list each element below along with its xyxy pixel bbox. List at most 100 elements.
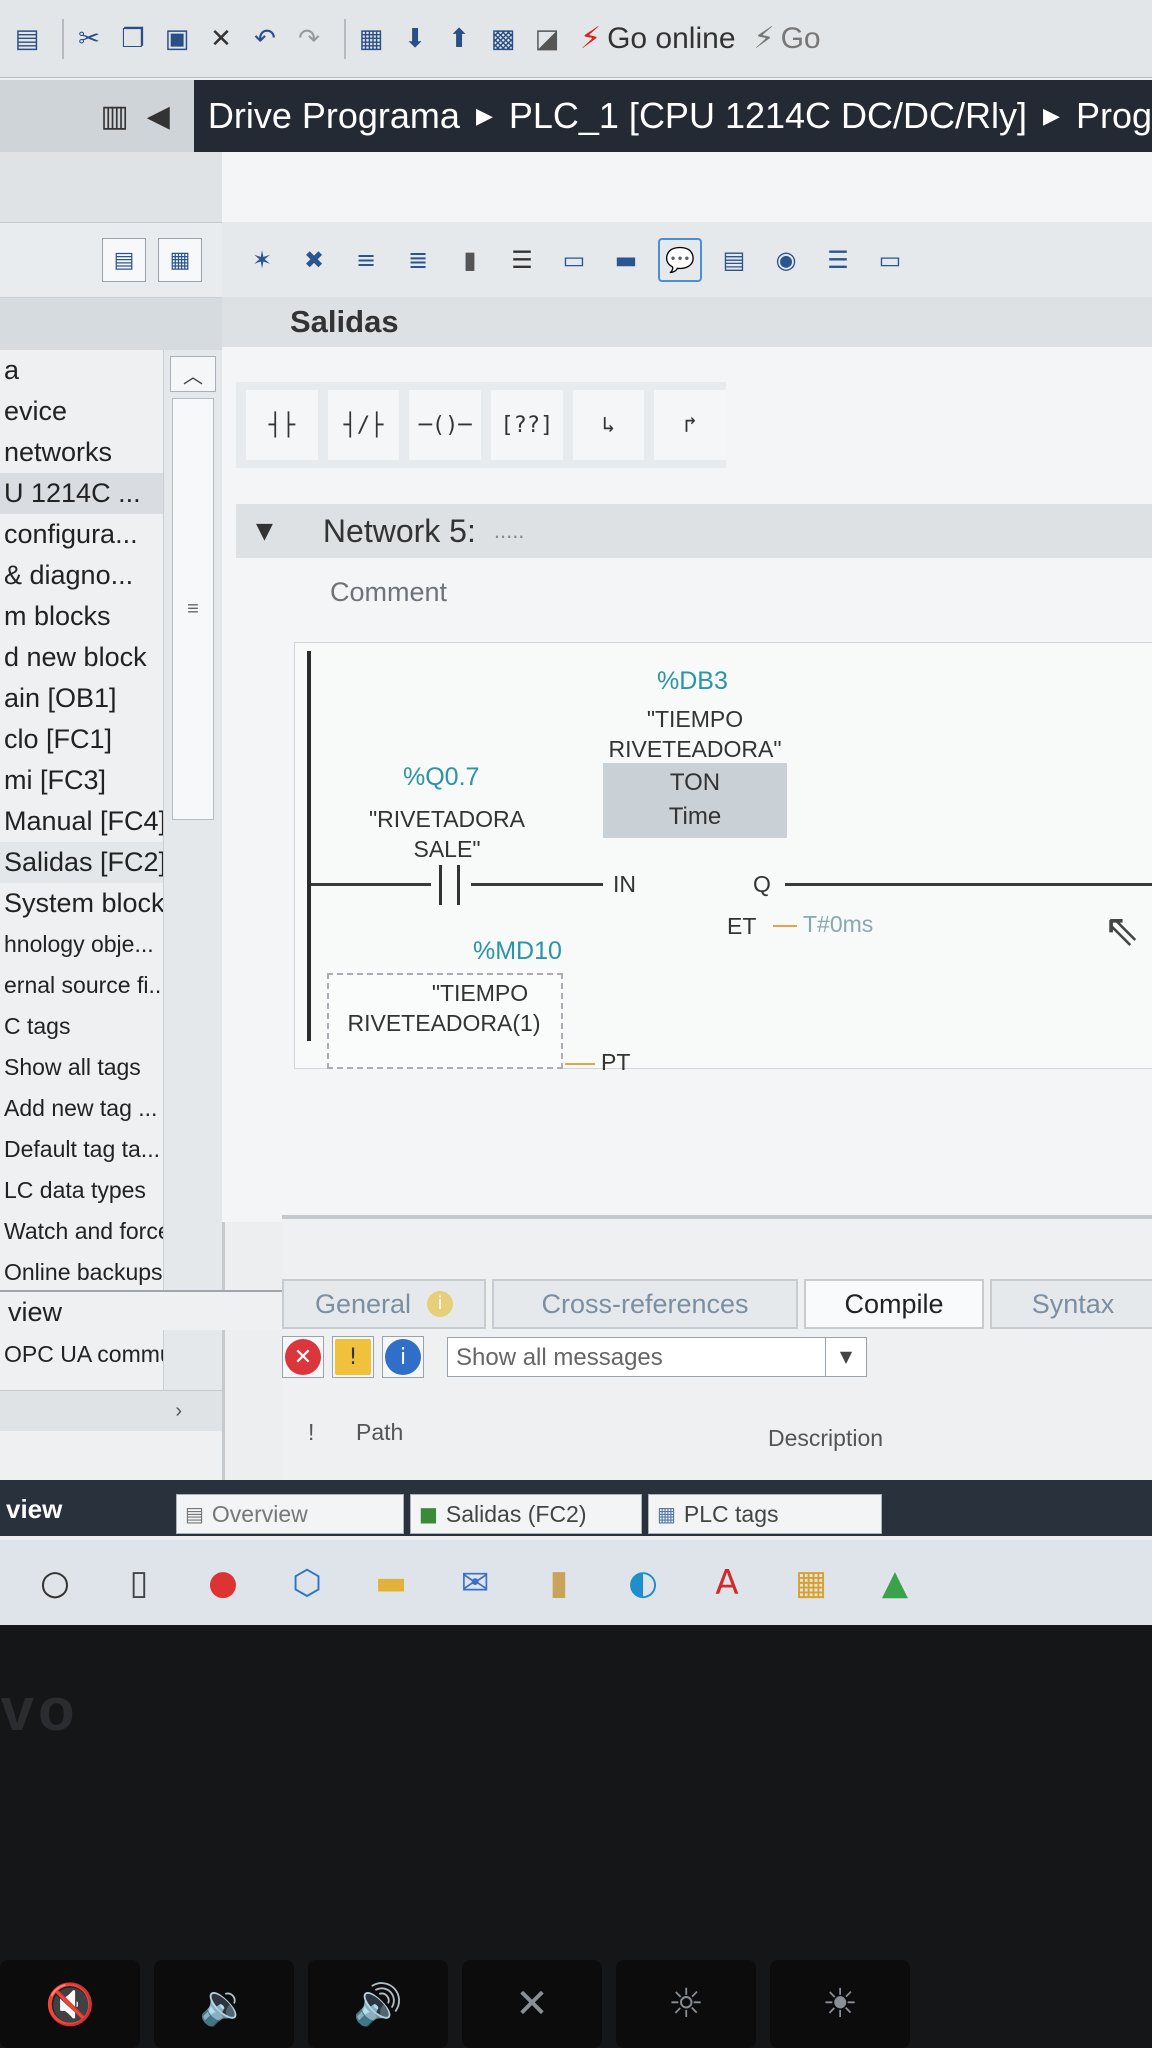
project-view-icon[interactable]: ▤ xyxy=(102,238,146,282)
network-header[interactable]: ▼ Network 5: ..... xyxy=(236,504,1152,558)
contact-tag-line1[interactable]: "RIVETADORA xyxy=(357,803,537,835)
tab-compile[interactable]: Compile xyxy=(804,1279,984,1329)
save-project-icon[interactable]: ▤ xyxy=(10,22,44,56)
start-simulation-icon[interactable]: ▩ xyxy=(486,22,520,56)
go-online-button[interactable]: ⚡ Go online xyxy=(580,21,736,56)
search-circle-icon[interactable]: ○ xyxy=(26,1554,84,1612)
nc-contact-icon[interactable]: ┤/├ xyxy=(327,390,400,460)
scroll-thumb[interactable]: ≡ xyxy=(172,398,214,820)
go-offline-label: Go xyxy=(780,21,821,55)
delete-network-icon[interactable]: ✖ xyxy=(294,240,334,280)
download-icon[interactable]: ⬇ xyxy=(398,22,432,56)
runtime-icon[interactable]: ◪ xyxy=(530,22,564,56)
network-title-field[interactable]: ..... xyxy=(494,518,525,544)
pt-operand-tag-line2[interactable]: RIVETEADORA(1) xyxy=(331,1007,557,1039)
portal-view-label[interactable]: view xyxy=(6,1494,62,1525)
empty-box-icon[interactable]: [??] xyxy=(491,390,563,460)
collapse-network-icon[interactable]: ▼ xyxy=(256,519,273,544)
show-errors-button[interactable]: ✕ xyxy=(282,1336,324,1378)
tab-plc-tags-label: PLC tags xyxy=(683,1500,779,1527)
cut-icon[interactable]: ✂ xyxy=(72,22,106,56)
absolute-operands-icon[interactable]: ▮ xyxy=(450,240,490,280)
task-view-icon[interactable]: ▯ xyxy=(110,1554,168,1612)
brightness-down-key-icon: ☼ xyxy=(616,1960,756,2048)
tab-plc-tags[interactable]: ▦ PLC tags xyxy=(648,1494,882,1534)
modify-value-icon[interactable]: ☰ xyxy=(818,240,858,280)
compile-icon[interactable]: ▦ xyxy=(354,22,388,56)
no-contact[interactable] xyxy=(431,865,471,905)
show-info-button[interactable]: i xyxy=(382,1336,424,1378)
tab-cross-references[interactable]: Cross-references xyxy=(492,1279,798,1329)
timer-db-name-line1[interactable]: "TIEMPO xyxy=(595,703,795,735)
collapse-left-icon[interactable]: ◀ xyxy=(147,99,170,134)
network-comments-icon[interactable]: ☰ xyxy=(502,240,542,280)
acrobat-icon[interactable]: A xyxy=(698,1554,756,1612)
taskbar: ○ ▯ ● ⬡ ▬ ✉ ▮ ◐ A ▦ ▲ xyxy=(0,1540,1152,1625)
tab-syntax[interactable]: Syntax xyxy=(990,1279,1152,1329)
tab-overview-label: Overview xyxy=(211,1500,308,1527)
open-branch-icon[interactable]: ↳ xyxy=(572,390,645,460)
redo-icon[interactable]: ↷ xyxy=(292,22,326,56)
volume-down-key-icon: 🔉 xyxy=(154,1960,294,2048)
program-status-icon[interactable]: ▭ xyxy=(870,240,910,280)
ton-timer-block[interactable]: TON Time xyxy=(603,763,787,838)
timer-db-address[interactable]: %DB3 xyxy=(657,667,728,696)
insert-network-icon[interactable]: ✶ xyxy=(242,240,282,280)
chevron-down-icon[interactable]: ▼ xyxy=(825,1338,866,1376)
tia-portal-icon[interactable]: ▮ xyxy=(530,1554,588,1612)
tab-salidas-fc2[interactable]: ■ Salidas (FC2) xyxy=(410,1494,642,1534)
scroll-right-icon[interactable]: › xyxy=(175,1400,182,1423)
breadcrumb-plc[interactable]: PLC_1 [CPU 1214C DC/DC/Rly] xyxy=(509,95,1027,137)
tab-overview[interactable]: ▤ Overview xyxy=(176,1494,404,1534)
open-all-networks-icon[interactable]: ≡ xyxy=(346,240,386,280)
column-path[interactable]: Path xyxy=(356,1419,403,1446)
tree-export-icon[interactable]: ▦ xyxy=(158,238,202,282)
close-all-networks-icon[interactable]: ≣ xyxy=(398,240,438,280)
split-view-icon[interactable]: ▥ xyxy=(100,99,128,134)
tree-hscrollbar[interactable]: › xyxy=(0,1390,222,1431)
delete-icon[interactable]: ✕ xyxy=(204,22,238,56)
scroll-up-icon[interactable]: ︿ xyxy=(170,356,216,392)
store-icon[interactable]: ▦ xyxy=(782,1554,840,1612)
laptop-logo: ovo xyxy=(0,1676,79,1743)
column-status[interactable]: ! xyxy=(308,1419,314,1446)
message-filter-select[interactable]: Show all messages ▼ xyxy=(447,1337,867,1377)
network-comment[interactable]: Comment xyxy=(330,577,447,608)
timer-subtype[interactable]: Time xyxy=(603,803,787,831)
edge-browser-icon[interactable]: ◐ xyxy=(614,1554,672,1612)
green-app-icon[interactable]: ▲ xyxy=(866,1554,924,1612)
contact-tag-line2[interactable]: SALE" xyxy=(357,833,537,865)
contact-address[interactable]: %Q0.7 xyxy=(403,763,479,792)
copy-icon[interactable]: ❐ xyxy=(116,22,150,56)
compare-icon[interactable]: ◉ xyxy=(766,240,806,280)
go-offline-button[interactable]: ⚡ Go xyxy=(754,21,821,56)
app-red-icon[interactable]: ● xyxy=(194,1554,252,1612)
mail-icon[interactable]: ✉ xyxy=(446,1554,504,1612)
cube-app-icon[interactable]: ⬡ xyxy=(278,1554,336,1612)
upload-icon[interactable]: ⬆ xyxy=(442,22,476,56)
paste-icon[interactable]: ▣ xyxy=(160,22,194,56)
coil-icon[interactable]: ─()─ xyxy=(409,390,482,460)
comment-bubble-icon[interactable]: 💬 xyxy=(658,237,702,282)
block-interface-icon[interactable]: ▬ xyxy=(606,240,646,280)
file-explorer-icon[interactable]: ▬ xyxy=(362,1554,420,1612)
breadcrumb-project[interactable]: Drive Programa xyxy=(208,95,460,137)
column-description[interactable]: Description xyxy=(768,1425,883,1452)
monitoring-icon[interactable]: ▤ xyxy=(714,240,754,280)
favorites-icon[interactable]: ▭ xyxy=(554,240,594,280)
details-view-header[interactable]: view xyxy=(0,1290,285,1330)
show-warnings-button[interactable]: ! xyxy=(332,1336,374,1378)
rung-wire-middle xyxy=(471,883,603,886)
close-branch-icon[interactable]: ↱ xyxy=(654,390,727,460)
tab-general[interactable]: General i xyxy=(282,1279,486,1329)
timer-db-name-line2[interactable]: RIVETEADORA" xyxy=(595,733,795,765)
tree-scrollbar[interactable]: ︿ ≡ xyxy=(163,350,222,1390)
pt-operand-address[interactable]: %MD10 xyxy=(473,937,562,966)
no-contact-icon[interactable]: ┤├ xyxy=(246,390,318,460)
undo-icon[interactable]: ↶ xyxy=(248,22,282,56)
et-value[interactable]: T#0ms xyxy=(803,911,873,938)
pt-operand-tag-line1[interactable]: "TIEMPO xyxy=(405,977,555,1009)
ladder-network[interactable]: %Q0.7 "RIVETADORA SALE" %DB3 "TIEMPO RIV… xyxy=(294,642,1152,1075)
breadcrumb-program-blocks[interactable]: Prog xyxy=(1076,95,1152,137)
tab-cross-references-label: Cross-references xyxy=(541,1288,749,1319)
